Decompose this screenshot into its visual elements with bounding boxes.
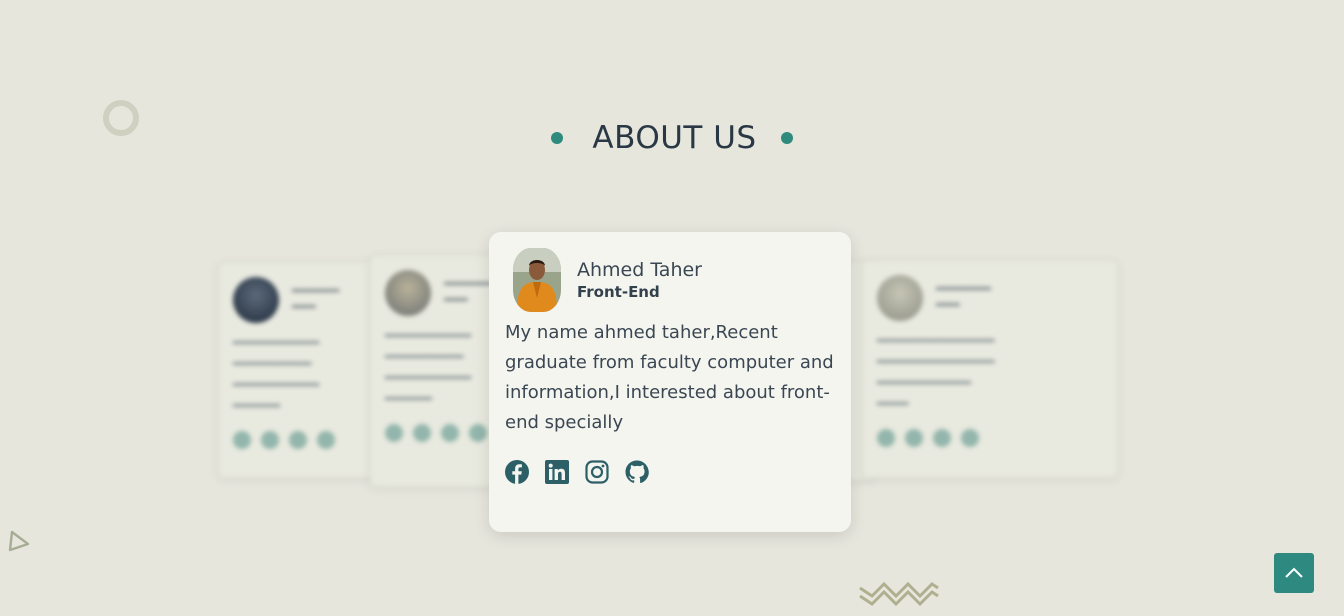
member-header: Ahmed Taher Front-End — [513, 248, 835, 312]
zigzag-decoration-icon — [859, 581, 939, 606]
avatar — [877, 275, 923, 321]
scroll-to-top-button[interactable] — [1274, 553, 1314, 593]
blurred-name: ━━━━━━ ━━━ — [292, 284, 340, 315]
blurred-text: ━━━━━━━━━━━ ━━━━━━━━━━ ━━━━━━━━━━━ ━━━━━━ — [233, 336, 320, 414]
heading-dot-right — [780, 132, 793, 144]
avatar — [233, 277, 279, 323]
section-heading: ABOUT US — [0, 120, 1344, 156]
section-title: ABOUT US — [592, 120, 757, 156]
member-identity: Ahmed Taher Front-End — [577, 258, 702, 302]
avatar — [513, 248, 561, 312]
blurred-socials — [233, 431, 373, 449]
carousel-card-blurred[interactable]: ━━━━━━━ ━━━ ━━━━━━━━━━━━━━━ ━━━━━━━━━━━━━━… — [862, 260, 1118, 478]
about-us-page: ABOUT US ━━━━━━ ━━━ ━━━━━━━━━━━ ━━━━━━━━━━… — [0, 0, 1344, 616]
team-member-card[interactable]: Ahmed Taher Front-End My name ahmed tahe… — [489, 232, 851, 532]
linkedin-icon[interactable] — [545, 460, 569, 484]
carousel-card-blurred[interactable]: ━━━━━━ ━━━ ━━━━━━━━━━━ ━━━━━━━━━━ ━━━━━━━━━… — [218, 262, 388, 478]
member-bio: My name ahmed taher,Recent graduate from… — [505, 322, 834, 433]
avatar — [385, 270, 431, 316]
chevron-up-icon — [1285, 567, 1303, 578]
blurred-name: ━━━━━━━ ━━━ — [936, 282, 991, 313]
blurred-text: ━━━━━━━━━━━━━━━ ━━━━━━━━━━━━━━━ ━━━━━━━━━━… — [877, 334, 995, 412]
profile-photo — [513, 248, 561, 312]
member-name: Ahmed Taher — [577, 259, 702, 281]
triangle-decoration-icon — [8, 530, 30, 552]
blurred-name: ━━━━━━ ━━━ — [444, 277, 492, 308]
facebook-icon[interactable] — [505, 460, 529, 484]
member-role: Front-End — [577, 283, 660, 301]
heading-dot-left — [551, 132, 564, 144]
instagram-icon[interactable] — [585, 460, 609, 484]
social-links — [505, 460, 835, 484]
blurred-socials — [877, 429, 1103, 447]
github-icon[interactable] — [625, 460, 649, 484]
